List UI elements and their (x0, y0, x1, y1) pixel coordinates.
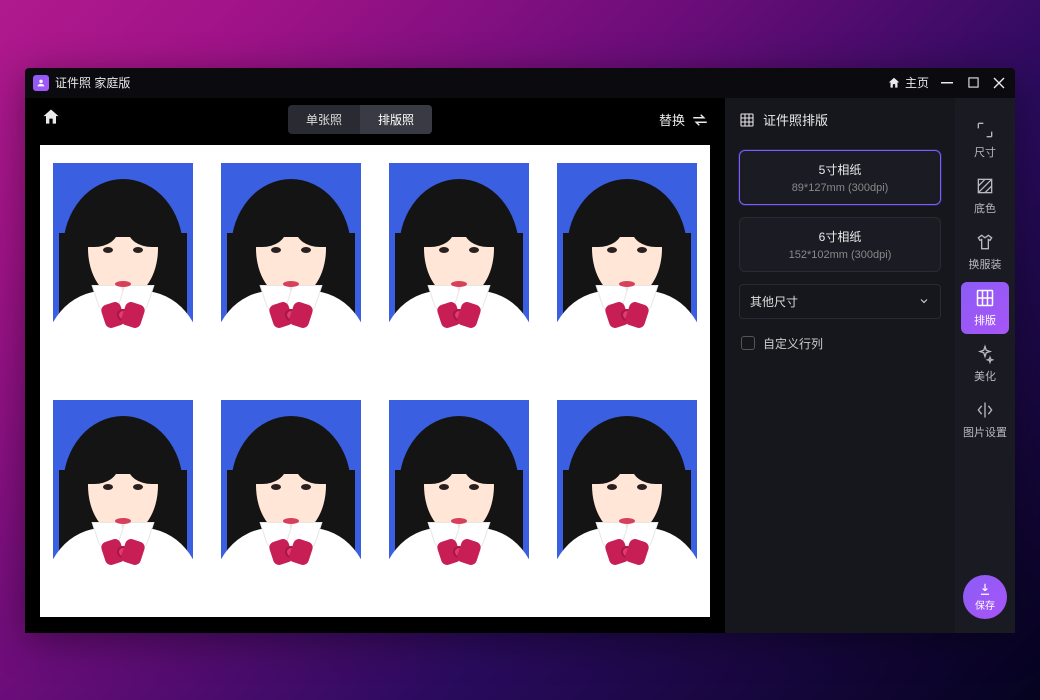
id-photo[interactable] (557, 163, 697, 363)
rail-label: 尺寸 (974, 144, 996, 160)
id-photo[interactable] (221, 400, 361, 600)
window-controls (939, 75, 1007, 91)
minimize-button[interactable] (939, 75, 955, 91)
rail-clothes[interactable]: 换服装 (961, 226, 1009, 278)
rail-background[interactable]: 底色 (961, 170, 1009, 222)
home-icon (887, 76, 901, 90)
size-title: 6寸相纸 (750, 228, 930, 245)
photo-cell (376, 145, 543, 381)
maximize-button[interactable] (965, 75, 981, 91)
rail-image-settings[interactable]: 图片设置 (961, 394, 1009, 446)
size-detail: 89*127mm (300dpi) (750, 182, 930, 194)
save-label: 保存 (975, 597, 995, 612)
photo-cell (208, 145, 375, 381)
id-photo[interactable] (221, 163, 361, 363)
checkbox-icon (741, 336, 755, 350)
other-sizes-label: 其他尺寸 (750, 293, 798, 310)
close-button[interactable] (991, 75, 1007, 91)
id-photo[interactable] (389, 163, 529, 363)
id-photo[interactable] (389, 400, 529, 600)
app-icon (33, 75, 49, 91)
other-sizes-select[interactable]: 其他尺寸 (739, 284, 941, 319)
paper-size-5inch[interactable]: 5寸相纸 89*127mm (300dpi) (739, 150, 941, 205)
mirror-icon (975, 400, 995, 420)
rail-label: 排版 (974, 312, 996, 328)
size-title: 5寸相纸 (750, 161, 930, 178)
chevron-down-icon (918, 295, 930, 307)
shirt-icon (975, 232, 995, 252)
photo-cell (40, 382, 207, 618)
sparkle-icon (975, 344, 995, 364)
background-icon (975, 176, 995, 196)
home-label: 主页 (905, 74, 929, 91)
rail-label: 图片设置 (963, 424, 1007, 440)
photo-cell (543, 382, 710, 618)
photo-mode-segmented: 单张照 排版照 (288, 105, 432, 134)
canvas (25, 142, 725, 633)
tool-rail: 尺寸 底色 换服装 排版 美化 图片设置 (955, 98, 1015, 633)
toolbar-home-button[interactable] (41, 107, 61, 132)
photo-cell (208, 382, 375, 618)
panel-title: 证件照排版 (763, 110, 828, 129)
save-button[interactable]: 保存 (963, 575, 1007, 619)
id-photo[interactable] (557, 400, 697, 600)
main-area: 单张照 排版照 替换 (25, 98, 725, 633)
app-title: 证件照 家庭版 (55, 74, 130, 91)
rail-layout[interactable]: 排版 (961, 282, 1009, 334)
download-icon (978, 582, 992, 596)
custom-rowcol-label: 自定义行列 (763, 335, 823, 352)
swap-icon (691, 111, 709, 129)
size-detail: 152*102mm (300dpi) (750, 249, 930, 261)
titlebar: 证件照 家庭版 主页 (25, 68, 1015, 98)
crop-icon (975, 120, 995, 140)
id-photo[interactable] (53, 400, 193, 600)
layout-icon (975, 288, 995, 308)
home-link[interactable]: 主页 (887, 74, 929, 91)
grid-icon (739, 112, 755, 128)
main-toolbar: 单张照 排版照 替换 (25, 98, 725, 142)
rail-size[interactable]: 尺寸 (961, 114, 1009, 166)
rail-label: 换服装 (969, 256, 1002, 272)
tab-layout-photo[interactable]: 排版照 (360, 105, 432, 134)
photo-cell (40, 145, 207, 381)
rail-label: 美化 (974, 368, 996, 384)
print-sheet (40, 145, 710, 617)
id-photo[interactable] (53, 163, 193, 363)
custom-rowcol-checkbox[interactable]: 自定义行列 (739, 331, 941, 356)
app-window: 证件照 家庭版 主页 单张照 排版照 (25, 68, 1015, 633)
paper-size-6inch[interactable]: 6寸相纸 152*102mm (300dpi) (739, 217, 941, 272)
panel-header: 证件照排版 (725, 98, 955, 142)
rail-beautify[interactable]: 美化 (961, 338, 1009, 390)
tab-single-photo[interactable]: 单张照 (288, 105, 360, 134)
replace-label: 替换 (659, 110, 685, 129)
photo-cell (376, 382, 543, 618)
side-panel: 证件照排版 5寸相纸 89*127mm (300dpi) 6寸相纸 152*10… (725, 98, 955, 633)
photo-cell (543, 145, 710, 381)
replace-button[interactable]: 替换 (659, 110, 709, 129)
rail-label: 底色 (974, 200, 996, 216)
